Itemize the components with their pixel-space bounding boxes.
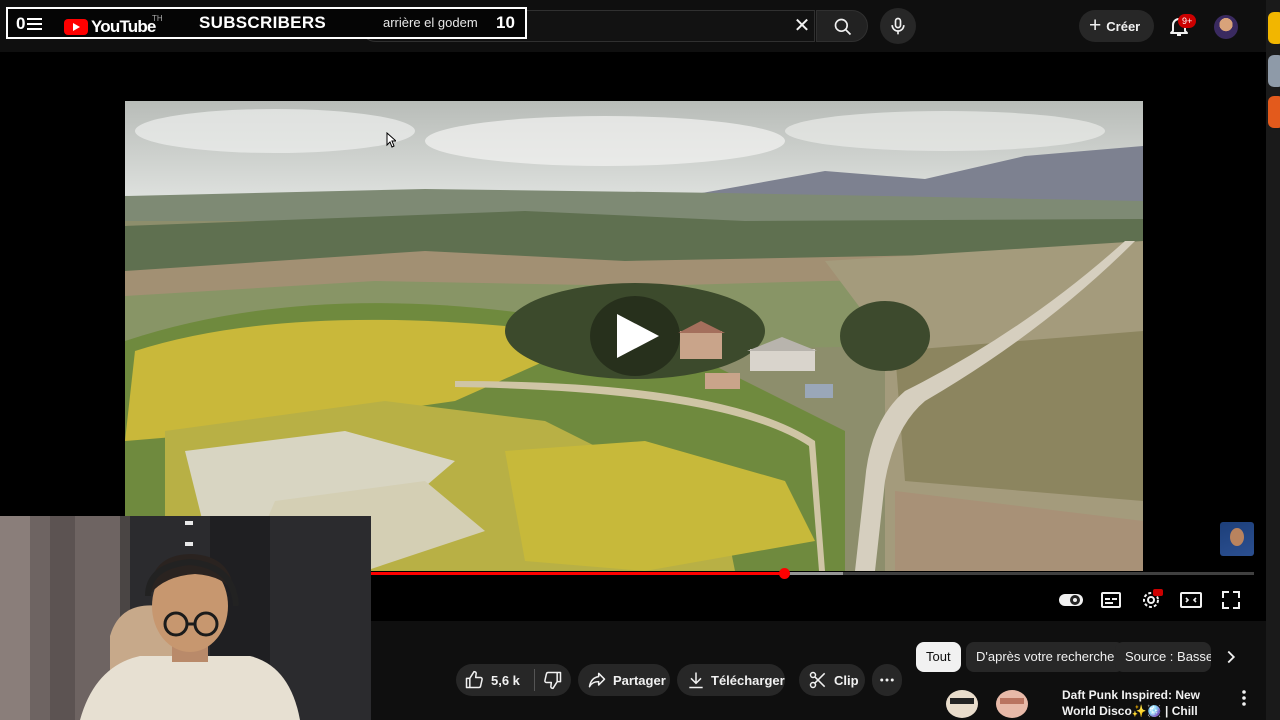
subscriber-count-right: 10 bbox=[496, 13, 515, 32]
youtube-watch-page: ✕ + Créer 9+ 0 YouTube TH SUBSCRIBERS ar… bbox=[0, 0, 1280, 720]
menu-icon[interactable] bbox=[27, 18, 42, 30]
channel-avatar[interactable] bbox=[1220, 522, 1254, 556]
search-icon bbox=[834, 18, 852, 36]
thumbnail-art bbox=[916, 684, 1054, 720]
webcam-scene bbox=[0, 516, 371, 720]
search-button[interactable] bbox=[816, 10, 868, 42]
subscribers-label: SUBSCRIBERS bbox=[199, 13, 327, 32]
fullscreen-icon[interactable] bbox=[1219, 588, 1243, 612]
share-icon bbox=[588, 672, 606, 688]
download-label: Télécharger bbox=[711, 672, 785, 688]
recommended-video[interactable]: Daft Punk Inspired: New World Disco✨🪩 | … bbox=[916, 684, 1246, 720]
plus-icon: + bbox=[1089, 14, 1102, 37]
voice-search-button[interactable] bbox=[880, 8, 916, 44]
like-icon[interactable] bbox=[464, 670, 484, 690]
clip-icon bbox=[809, 671, 826, 689]
close-icon[interactable]: ✕ bbox=[791, 15, 813, 37]
extension-yellow-icon[interactable] bbox=[1268, 12, 1280, 44]
avatar[interactable] bbox=[1214, 15, 1238, 39]
webcam-overlay bbox=[0, 516, 371, 720]
progress-played bbox=[371, 572, 784, 575]
create-button[interactable]: + Créer bbox=[1079, 10, 1154, 42]
settings-icon[interactable] bbox=[1139, 588, 1163, 612]
mic-icon bbox=[891, 17, 905, 35]
chip-based-on-search[interactable]: D'après votre recherche bbox=[966, 642, 1125, 672]
play-icon[interactable] bbox=[590, 296, 680, 376]
video-thumbnail[interactable] bbox=[916, 684, 1054, 720]
like-count[interactable]: 5,6 k bbox=[491, 673, 520, 688]
autoplay-toggle-icon[interactable] bbox=[1058, 588, 1084, 612]
download-button[interactable]: Télécharger bbox=[677, 664, 785, 696]
chip-all[interactable]: Tout bbox=[916, 642, 961, 672]
subscriber-counter-overlay: 0 YouTube TH SUBSCRIBERS arrière el gode… bbox=[6, 7, 527, 39]
progress-scrubber[interactable] bbox=[779, 568, 790, 579]
youtube-play-icon bbox=[64, 19, 88, 35]
theater-icon[interactable] bbox=[1179, 588, 1203, 612]
more-actions-button[interactable] bbox=[872, 664, 902, 696]
share-label: Partager bbox=[613, 672, 666, 688]
youtube-logo[interactable]: YouTube TH bbox=[64, 14, 163, 37]
extension-grey-icon[interactable] bbox=[1268, 55, 1280, 87]
subtitles-icon[interactable] bbox=[1099, 588, 1123, 612]
more-vert-icon[interactable] bbox=[1238, 688, 1250, 708]
chevron-right-icon[interactable] bbox=[1220, 646, 1242, 668]
mouse-cursor-icon bbox=[386, 132, 396, 148]
create-label: Créer bbox=[1106, 18, 1141, 34]
more-icon bbox=[880, 678, 894, 682]
search-query-text[interactable]: arrière el godem bbox=[383, 15, 478, 30]
clip-label: Clip bbox=[834, 672, 859, 688]
recommended-video-title[interactable]: Daft Punk Inspired: New World Disco✨🪩 | … bbox=[1062, 687, 1237, 720]
subscriber-count-left: 0 bbox=[16, 14, 26, 33]
dislike-icon[interactable] bbox=[543, 670, 563, 690]
logo-text: YouTube bbox=[91, 17, 156, 36]
share-button[interactable]: Partager bbox=[578, 664, 670, 696]
like-divider bbox=[533, 669, 535, 691]
chip-source[interactable]: Source : Basse bbox=[1115, 642, 1211, 672]
clip-button[interactable]: Clip bbox=[799, 664, 865, 696]
logo-country-code: TH bbox=[152, 14, 163, 23]
like-dislike-group: 5,6 k bbox=[456, 664, 571, 696]
notification-badge: 9+ bbox=[1178, 14, 1197, 28]
download-icon bbox=[689, 672, 703, 689]
extension-orange-icon[interactable] bbox=[1268, 96, 1280, 128]
